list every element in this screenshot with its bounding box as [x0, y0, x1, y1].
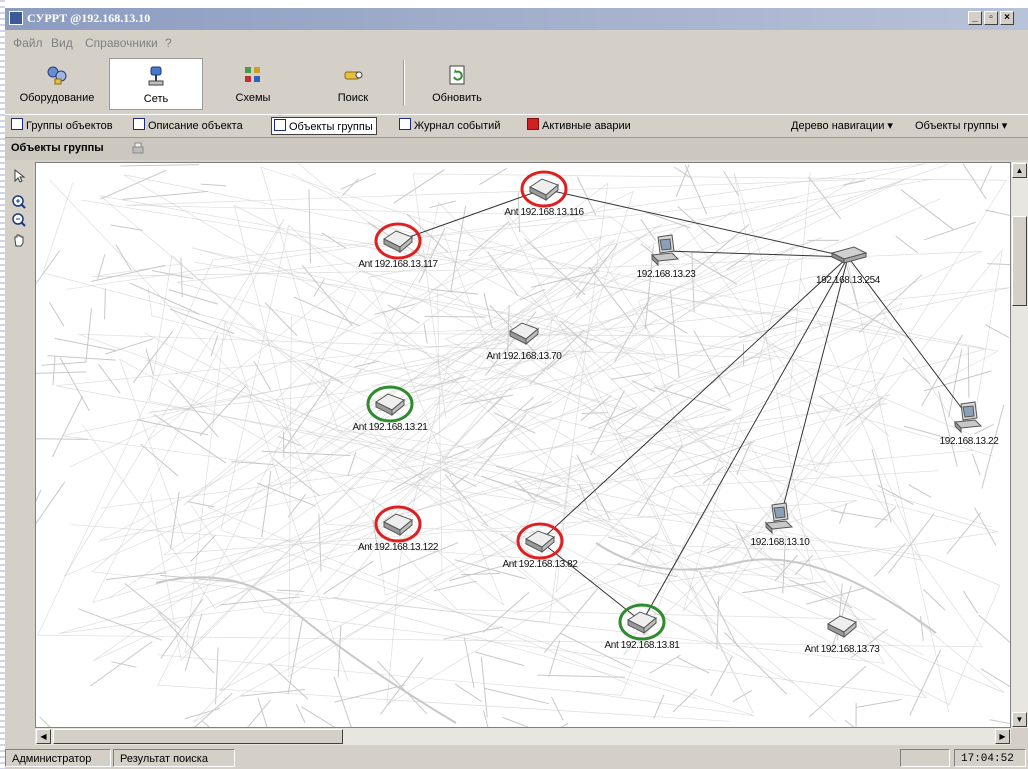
- node-label: 192.168.13.254: [816, 275, 881, 286]
- tab-group-objects-label: Объекты группы: [289, 121, 373, 133]
- panel-title: Объекты группы: [11, 142, 104, 154]
- status-search-result: Результат поиска: [113, 749, 235, 767]
- pan-hand-icon[interactable]: [11, 232, 27, 248]
- maximize-button[interactable]: ▫: [984, 11, 998, 25]
- search-icon: [344, 71, 363, 80]
- search-button[interactable]: Поиск: [305, 58, 401, 108]
- menu-file[interactable]: Файл: [13, 36, 43, 50]
- equipment-label: Оборудование: [19, 92, 95, 104]
- app-icon: [9, 11, 23, 25]
- main-toolbar: Оборудование Сеть Схемы Поиск Обновить: [5, 56, 1028, 112]
- active-alarms-icon: [527, 118, 539, 130]
- group-objects-menu[interactable]: Объекты группы ▾: [915, 117, 1007, 135]
- network-map[interactable]: Ant 192.168.13.116 Ant 192.168.13.117 192.…: [35, 162, 1011, 728]
- tab-active-alarms-label: Активные аварии: [542, 120, 631, 132]
- tab-event-log-label: Журнал событий: [414, 120, 501, 132]
- panel-header: Объекты группы: [5, 138, 1028, 160]
- node-label: Ant 192.168.13.116: [504, 207, 584, 218]
- pointer-tool-icon[interactable]: [11, 168, 27, 184]
- schemes-label: Схемы: [235, 92, 271, 104]
- network-node[interactable]: 192.168.13.22: [940, 401, 1000, 447]
- node-label: 192.168.13.22: [940, 436, 1000, 447]
- node-label: Ant 192.168.13.70: [487, 351, 563, 362]
- tab-object-description[interactable]: Описание объекта: [131, 117, 243, 135]
- modem-icon: [627, 611, 657, 635]
- search-label: Поиск: [337, 92, 369, 104]
- schemes-button[interactable]: Схемы: [205, 58, 301, 108]
- menu-view[interactable]: Вид: [51, 36, 73, 50]
- node-label: Ant 192.168.13.117: [358, 259, 438, 270]
- zoom-in-icon[interactable]: [11, 194, 27, 210]
- map-canvas[interactable]: Ant 192.168.13.116 Ant 192.168.13.117 192.…: [36, 163, 1011, 728]
- menu-bar: Файл Вид Справочники ?: [5, 32, 1028, 54]
- navigation-tree-menu[interactable]: Дерево навигации ▾: [791, 117, 893, 135]
- node-label: 192.168.13.10: [751, 537, 811, 548]
- horizontal-scroll-thumb[interactable]: [53, 729, 343, 744]
- modem-icon: [529, 178, 559, 202]
- refresh-button[interactable]: Обновить: [409, 58, 505, 108]
- tab-object-description-label: Описание объекта: [148, 120, 243, 132]
- computer-icon: [650, 234, 680, 267]
- minimize-button[interactable]: _: [968, 11, 982, 25]
- scroll-left-button[interactable]: ◀: [36, 729, 51, 744]
- network-node[interactable]: Ant 192.168.13.122: [358, 505, 439, 553]
- tab-group-objects[interactable]: Объекты группы: [271, 117, 377, 135]
- close-button[interactable]: ×: [1000, 11, 1014, 25]
- object-groups-icon: [11, 118, 23, 130]
- menu-help[interactable]: ?: [165, 36, 172, 50]
- modem-icon: [383, 230, 413, 254]
- tab-event-log[interactable]: Журнал событий: [397, 117, 500, 135]
- network-node[interactable]: 192.168.13.254: [816, 246, 881, 286]
- network-node[interactable]: Ant 192.168.13.81: [605, 603, 681, 651]
- vertical-scroll-thumb[interactable]: [1012, 216, 1027, 306]
- schemes-icon: [245, 67, 260, 82]
- tab-object-groups-label: Группы объектов: [26, 120, 113, 132]
- network-node[interactable]: 192.168.13.23: [637, 234, 697, 280]
- equipment-button[interactable]: Оборудование: [7, 58, 107, 108]
- object-description-icon: [133, 118, 145, 130]
- tab-active-alarms[interactable]: Активные аварии: [525, 117, 631, 135]
- node-label: Ant 192.168.13.122: [358, 542, 439, 553]
- node-label: Ant 192.168.13.82: [503, 559, 579, 570]
- scroll-right-button[interactable]: ▶: [995, 729, 1010, 744]
- toolbar-separator: [403, 60, 405, 106]
- event-log-icon: [399, 118, 411, 130]
- status-user: Администратор: [5, 749, 111, 767]
- group-objects-icon: [274, 119, 286, 131]
- menu-directories[interactable]: Справочники: [85, 36, 158, 50]
- tab-object-groups[interactable]: Группы объектов: [9, 117, 113, 135]
- status-empty-field: [900, 749, 950, 767]
- horizontal-scrollbar[interactable]: ◀ ▶: [35, 728, 1011, 745]
- map-tools: [5, 162, 33, 742]
- node-label: Ant 192.168.13.73: [805, 644, 881, 655]
- network-button[interactable]: Сеть: [109, 58, 203, 110]
- network-node[interactable]: 192.168.13.10: [751, 502, 811, 548]
- network-link: [665, 250, 849, 258]
- network-label: Сеть: [143, 93, 169, 105]
- equipment-icon: [47, 66, 67, 85]
- main-window: СУРРТ @192.168.13.10 _ ▫ × Файл Вид Спра…: [5, 8, 1028, 769]
- vertical-scrollbar[interactable]: ▲ ▼: [1011, 162, 1028, 728]
- network-icon: [148, 66, 164, 86]
- scroll-up-button[interactable]: ▲: [1012, 163, 1027, 178]
- zoom-out-icon[interactable]: [11, 212, 27, 228]
- print-icon[interactable]: [131, 142, 145, 156]
- node-label: 192.168.13.23: [637, 269, 697, 280]
- network-nodes: Ant 192.168.13.116 Ant 192.168.13.117 192.…: [353, 170, 1000, 655]
- view-tab-bar: Группы объектов Описание объекта Объекты…: [5, 114, 1028, 138]
- refresh-label: Обновить: [432, 92, 482, 104]
- node-label: Ant 192.168.13.21: [353, 422, 429, 433]
- scroll-down-button[interactable]: ▼: [1012, 712, 1027, 727]
- title-bar: СУРРТ @192.168.13.10 _ ▫ ×: [5, 8, 1028, 30]
- node-label: Ant 192.168.13.81: [605, 640, 681, 651]
- switch-icon: [830, 246, 868, 264]
- refresh-icon: [449, 65, 465, 85]
- computer-icon: [953, 401, 983, 434]
- status-clock: 17:04:52: [954, 749, 1026, 767]
- status-bar: Администратор Результат поиска 17:04:52: [5, 746, 1028, 769]
- window-title: СУРРТ @192.168.13.10: [27, 11, 151, 25]
